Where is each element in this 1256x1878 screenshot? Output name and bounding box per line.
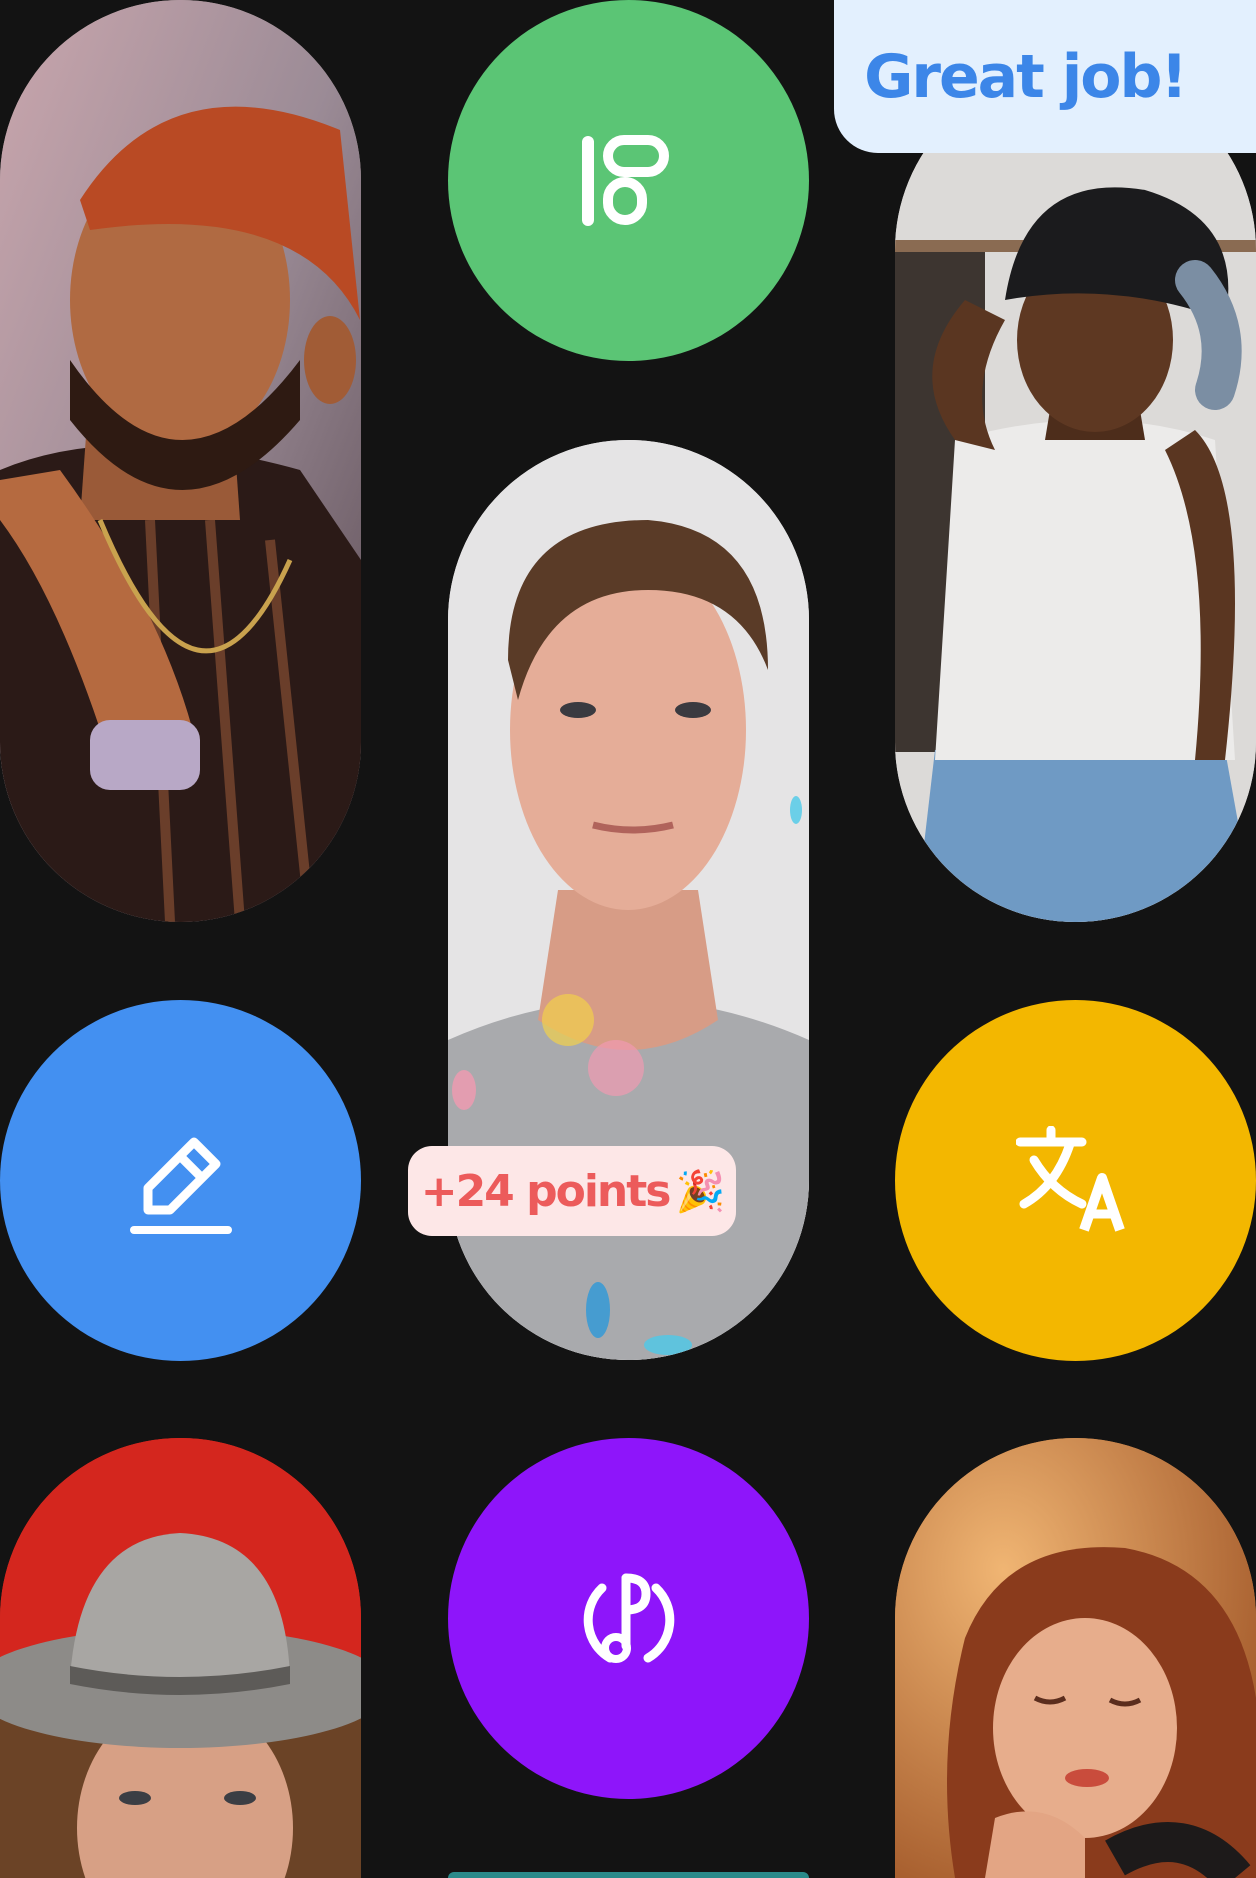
- great-job-toast: Great job!: [834, 0, 1256, 153]
- app-tile-edit[interactable]: [0, 1000, 361, 1361]
- app-tile-music[interactable]: [448, 1438, 809, 1799]
- app-tile-partial[interactable]: [448, 1872, 809, 1878]
- music-note-circle-icon: [574, 1564, 684, 1674]
- man-beanie-photo: [0, 0, 361, 922]
- photo-tile-woman-red-hair[interactable]: [895, 1438, 1256, 1878]
- translate-icon: [1015, 1125, 1136, 1236]
- photo-tile-man-hat[interactable]: [0, 1438, 361, 1878]
- app-tile-translate[interactable]: [895, 1000, 1256, 1361]
- woman-red-hair-photo: [895, 1438, 1256, 1878]
- photo-tile-woman-beanie[interactable]: [895, 70, 1256, 922]
- man-hat-photo: [0, 1438, 361, 1878]
- party-popper-icon: 🎉: [675, 1168, 725, 1215]
- photo-tile-man-beanie[interactable]: [0, 0, 361, 922]
- layout-dashboard-icon: [574, 126, 684, 236]
- woman-beanie-photo: [895, 70, 1256, 922]
- points-toast: +24 points 🎉: [408, 1146, 736, 1236]
- points-label: +24 points: [420, 1165, 672, 1217]
- app-tile-layout[interactable]: [448, 0, 809, 361]
- pencil-edit-icon: [126, 1126, 236, 1236]
- great-job-label: Great job!: [864, 41, 1188, 112]
